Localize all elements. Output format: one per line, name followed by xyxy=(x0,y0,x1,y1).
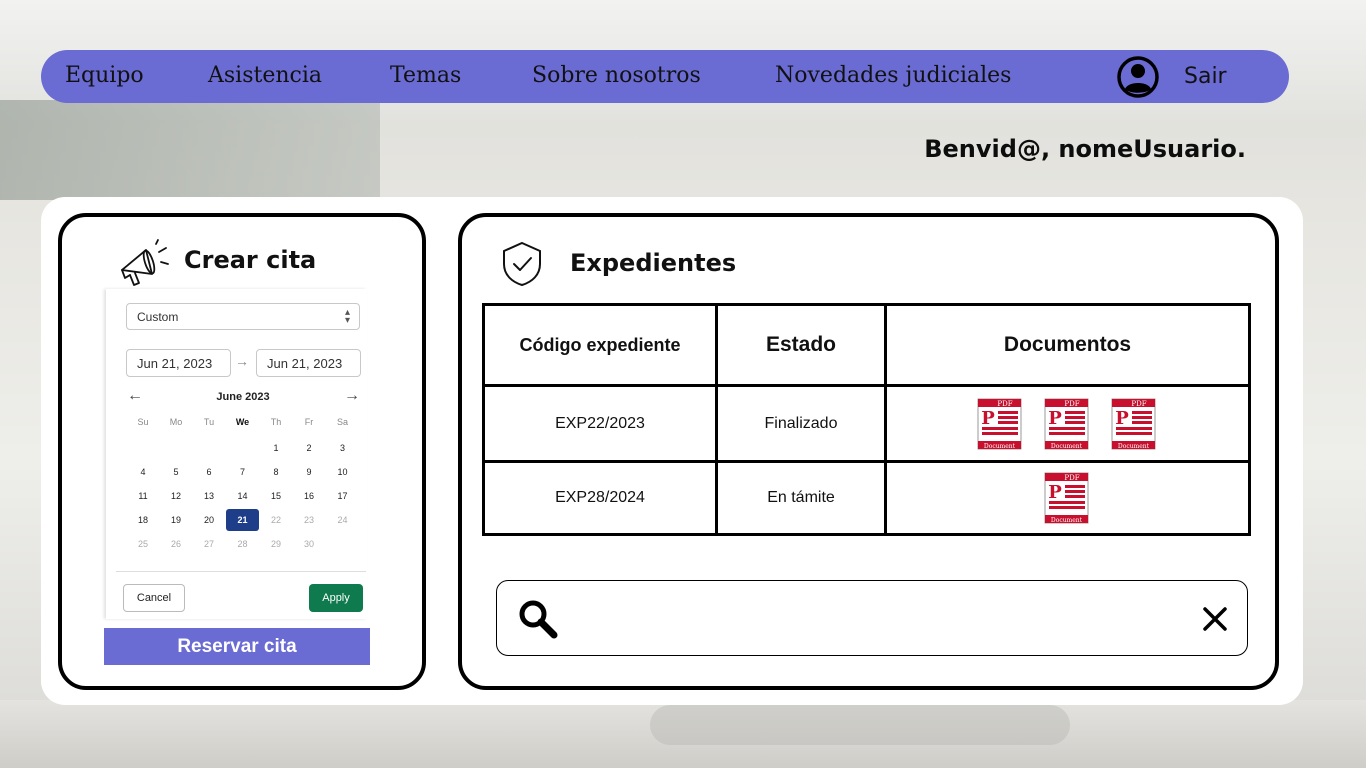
calendar-day[interactable]: 9 xyxy=(293,461,326,483)
calendar-day[interactable]: 15 xyxy=(260,485,293,507)
table-row[interactable]: EXP28/2024 En támite PDF P Document xyxy=(482,460,1251,536)
nav-item-equipo[interactable]: Equipo xyxy=(65,63,144,88)
month-title: June 2023 xyxy=(216,391,270,403)
calendar-day[interactable]: 12 xyxy=(160,485,193,507)
calendar-day[interactable]: 10 xyxy=(326,461,359,483)
svg-text:PDF: PDF xyxy=(1064,400,1079,408)
column-header-code: Código expediente xyxy=(482,303,718,387)
calendar-day[interactable]: 30 xyxy=(293,533,326,555)
case-files-table: Código expediente Estado Documentos EXP2… xyxy=(482,303,1251,536)
pdf-document-icon[interactable]: PDFP Document xyxy=(1111,398,1156,450)
weekday-label: We xyxy=(235,417,250,427)
column-header-status: Estado xyxy=(715,303,887,387)
pdf-document-icon[interactable]: PDFP Document xyxy=(1044,398,1089,450)
welcome-message: Benvid@, nomeUsuario. xyxy=(924,135,1246,163)
search-icon[interactable] xyxy=(517,598,561,642)
weekday-label: Su xyxy=(137,417,149,427)
weekday-label: Sa xyxy=(336,417,348,427)
calendar-day[interactable]: 22 xyxy=(260,509,293,531)
case-files-title: Expedientes xyxy=(570,249,737,277)
svg-text:PDF: PDF xyxy=(1131,400,1146,408)
svg-text:P: P xyxy=(1048,482,1062,503)
search-input[interactable] xyxy=(573,599,1173,639)
calendar-day[interactable]: 16 xyxy=(293,485,326,507)
picker-divider xyxy=(116,571,366,572)
calendar-day[interactable]: 23 xyxy=(293,509,326,531)
case-status-cell: En támite xyxy=(715,460,887,536)
nav-item-novedades-judiciales[interactable]: Novedades judiciales xyxy=(775,63,1011,88)
next-month-icon[interactable]: → xyxy=(344,387,360,405)
calendar-day[interactable]: 20 xyxy=(193,509,226,531)
calendar-day[interactable]: 13 xyxy=(193,485,226,507)
svg-text:P: P xyxy=(1048,408,1062,429)
svg-text:P: P xyxy=(981,408,995,429)
table-header-row: Código expediente Estado Documentos xyxy=(482,303,1251,387)
megaphone-icon xyxy=(121,239,169,286)
weekday-label: Tu xyxy=(203,417,215,427)
case-code-cell: EXP28/2024 xyxy=(482,460,718,536)
reserve-appointment-button[interactable]: Reservar cita xyxy=(104,628,370,665)
svg-text:Document: Document xyxy=(984,443,1016,450)
calendar-day[interactable]: 5 xyxy=(160,461,193,483)
pdf-document-icon[interactable]: PDFP Document xyxy=(977,398,1022,450)
calendar-day[interactable]: 24 xyxy=(326,509,359,531)
case-code-cell: EXP22/2023 xyxy=(482,384,718,463)
arrow-right-icon: → xyxy=(235,353,249,369)
weekday-label: Fr xyxy=(304,417,314,427)
close-icon[interactable] xyxy=(1199,603,1231,635)
calendar-day[interactable]: 25 xyxy=(127,533,160,555)
documents-cell: PDF P Document xyxy=(884,460,1251,536)
range-preset-value: Custom xyxy=(137,310,179,324)
calendar-day[interactable]: 14 xyxy=(226,485,259,507)
documents-cell: PDF P Document PDF P Document PDF P Document xyxy=(884,384,1251,463)
calendar-day[interactable]: 27 xyxy=(193,533,226,555)
end-date-input[interactable]: Jun 21, 2023 xyxy=(256,349,361,377)
svg-text:PDF: PDF xyxy=(997,400,1012,408)
calendar-day[interactable]: 19 xyxy=(160,509,193,531)
calendar-day[interactable]: 11 xyxy=(127,485,160,507)
nav-item-asistencia[interactable]: Asistencia xyxy=(208,63,322,88)
column-header-documents: Documentos xyxy=(884,303,1251,387)
svg-text:PDF: PDF xyxy=(1064,474,1079,482)
calendar-day[interactable]: 1 xyxy=(260,437,293,459)
top-nav-bar: Equipo Asistencia Temas Sobre nosotros N… xyxy=(41,50,1289,103)
calendar-day[interactable]: 7 xyxy=(226,461,259,483)
svg-text:Document: Document xyxy=(1051,517,1083,524)
calendar-day[interactable]: 17 xyxy=(326,485,359,507)
weekday-label: Th xyxy=(270,417,282,427)
svg-text:P: P xyxy=(1115,408,1129,429)
cancel-button[interactable]: Cancel xyxy=(123,584,185,612)
select-caret-icon: ▴ ▾ xyxy=(344,307,350,326)
table-row[interactable]: EXP22/2023 Finalizado PDF P Document PDF P Do… xyxy=(482,384,1251,463)
case-status-cell: Finalizado xyxy=(715,384,887,463)
range-preset-select[interactable]: Custom ▴ ▾ xyxy=(126,303,360,330)
pdf-document-icon[interactable]: PDFP Document xyxy=(1044,472,1089,524)
svg-text:Document: Document xyxy=(1118,443,1150,450)
calendar-day[interactable]: 8 xyxy=(260,461,293,483)
calendar-day[interactable]: 26 xyxy=(160,533,193,555)
previous-month-icon[interactable]: ← xyxy=(127,387,143,405)
calendar-day[interactable]: 29 xyxy=(260,533,293,555)
apply-button[interactable]: Apply xyxy=(309,584,363,612)
calendar-day[interactable]: 18 xyxy=(127,509,160,531)
calendar-day[interactable]: 4 xyxy=(127,461,160,483)
user-circle-icon[interactable] xyxy=(1116,55,1160,99)
shield-check-icon xyxy=(503,241,541,287)
weekday-label: Mo xyxy=(169,417,183,427)
search-bar xyxy=(496,580,1248,656)
calendar-day[interactable]: 21 xyxy=(226,509,259,531)
calendar-day[interactable]: 6 xyxy=(193,461,226,483)
nav-item-sobre-nosotros[interactable]: Sobre nosotros xyxy=(532,63,701,88)
calendar-day[interactable]: 2 xyxy=(293,437,326,459)
svg-text:Document: Document xyxy=(1051,443,1083,450)
calendar-day[interactable]: 3 xyxy=(326,437,359,459)
background-chair xyxy=(650,705,1070,745)
start-date-input[interactable]: Jun 21, 2023 xyxy=(126,349,231,377)
logout-link[interactable]: Sair xyxy=(1184,64,1227,89)
nav-item-temas[interactable]: Temas xyxy=(390,63,461,88)
create-appointment-title: Crear cita xyxy=(184,246,317,274)
calendar-day[interactable]: 28 xyxy=(226,533,259,555)
background-wall xyxy=(0,100,380,200)
